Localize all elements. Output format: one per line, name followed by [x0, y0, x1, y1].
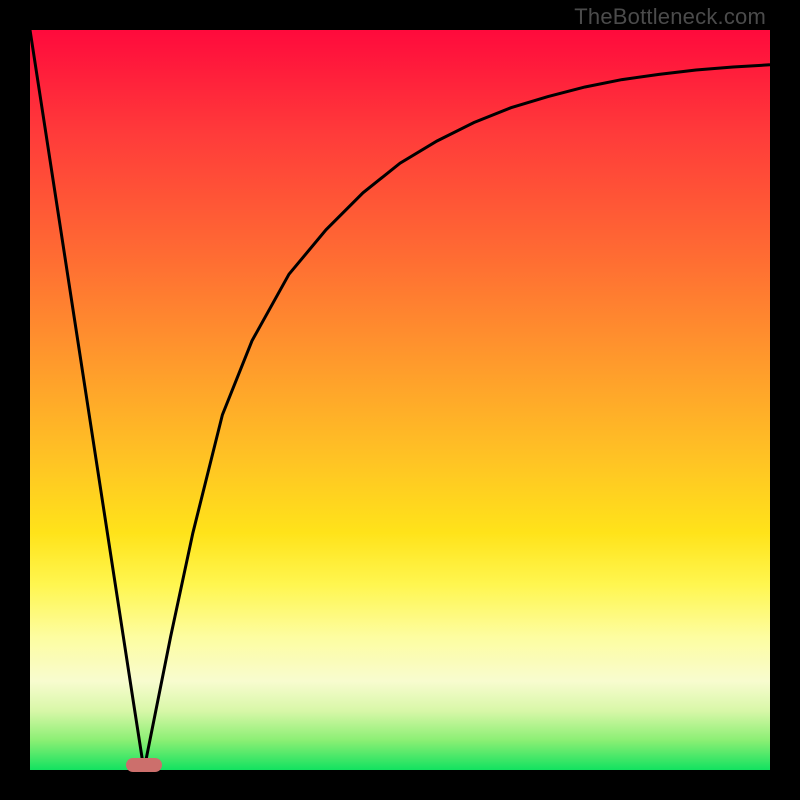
min-point-marker: [126, 758, 162, 772]
watermark-text: TheBottleneck.com: [574, 4, 766, 30]
chart-frame: [30, 30, 770, 770]
curve-path: [30, 30, 770, 770]
bottleneck-curve: [30, 30, 770, 770]
